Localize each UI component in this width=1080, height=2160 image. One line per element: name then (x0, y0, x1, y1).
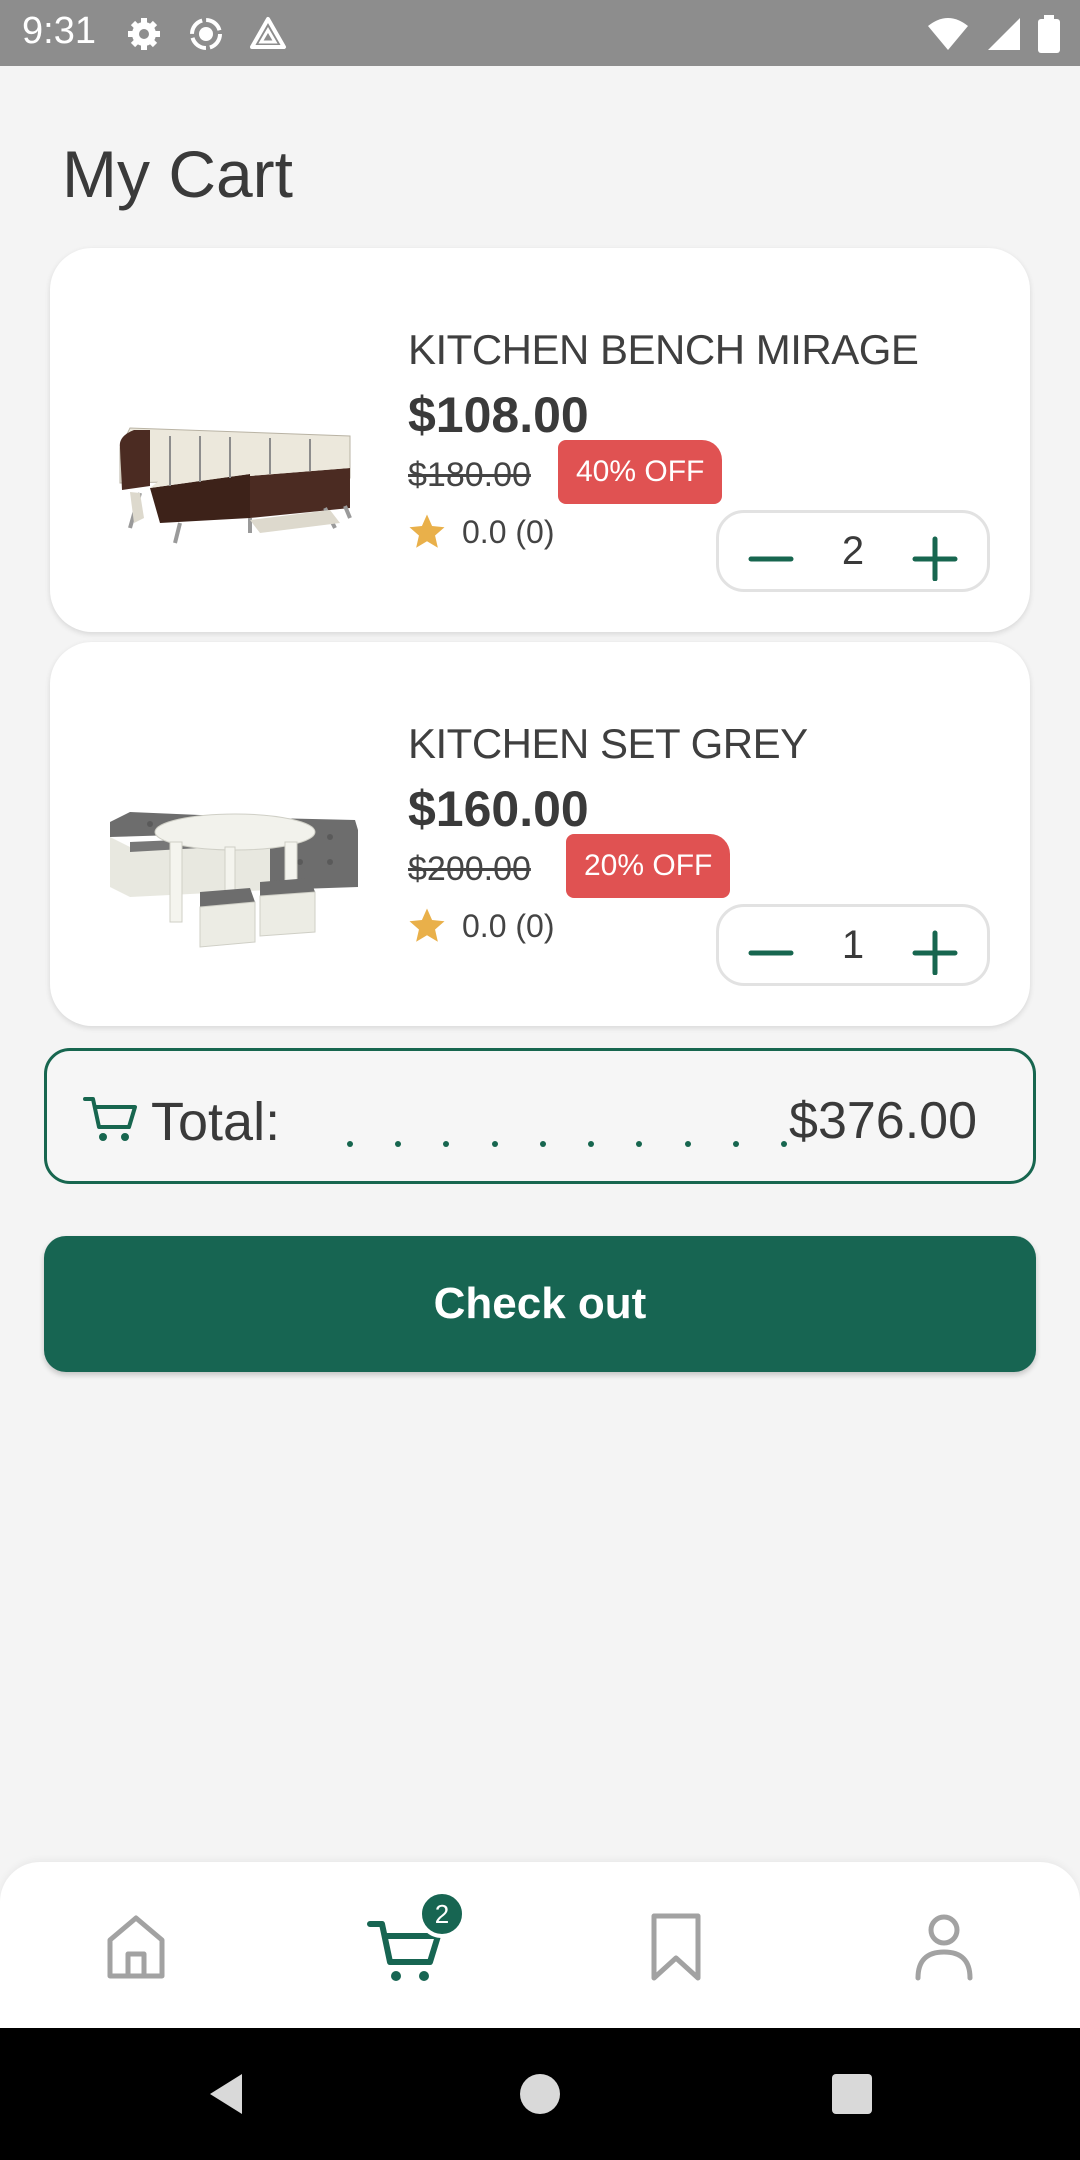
rating-text: 0.0 (0) (462, 907, 555, 944)
item-name: KITCHEN SET GREY (408, 720, 808, 767)
cart-badge: 2 (418, 1890, 466, 1938)
item-rating: 0.0 (0) (406, 510, 554, 554)
quantity-stepper[interactable]: 2 (716, 510, 990, 592)
signal-icon (988, 18, 1020, 50)
dotted-leader (347, 1107, 787, 1147)
cart-item[interactable]: KITCHEN BENCH MIRAGE $108.00 $180.00 40%… (50, 248, 1030, 632)
checkout-button[interactable]: Check out (44, 1236, 1036, 1372)
star-icon (409, 514, 445, 548)
status-bar: 9:31 (0, 0, 1080, 66)
item-price: $160.00 (408, 781, 589, 837)
total-summary: Total: $376.00 (44, 1048, 1036, 1184)
cart-icon (83, 1097, 137, 1141)
discount-badge: 20% OFF (566, 834, 731, 898)
plus-icon[interactable] (905, 915, 965, 975)
item-name: KITCHEN BENCH MIRAGE (408, 326, 919, 373)
gear-icon (128, 18, 160, 50)
plus-icon[interactable] (905, 521, 965, 581)
wifi-icon (928, 18, 968, 50)
page-title: My Cart (62, 137, 293, 211)
star-icon (409, 908, 445, 942)
cart-item[interactable]: KITCHEN SET GREY $160.00 $200.00 20% OFF… (50, 642, 1030, 1026)
rating-text: 0.0 (0) (462, 513, 555, 550)
home-circle-icon[interactable] (512, 2066, 568, 2122)
item-price: $108.00 (408, 387, 589, 443)
item-rating: 0.0 (0) (406, 904, 554, 948)
system-nav-bar (0, 2028, 1080, 2160)
kitchen-set-image (110, 812, 358, 948)
quantity-stepper[interactable]: 1 (716, 904, 990, 986)
bookmark-icon[interactable] (636, 1906, 716, 1986)
recents-icon[interactable] (824, 2066, 880, 2122)
corner-bench-image (119, 427, 352, 544)
item-old-price: $200.00 (408, 850, 531, 888)
back-icon[interactable] (198, 2066, 254, 2122)
discount-badge: 40% OFF (558, 440, 723, 504)
total-label: Total: (151, 1092, 281, 1152)
bottom-nav: 2 (0, 1862, 1080, 2028)
status-right-icons (926, 14, 1060, 54)
status-time: 9:31 (22, 10, 96, 52)
home-icon[interactable] (96, 1906, 176, 1986)
total-amount: $376.00 (789, 1092, 977, 1150)
circle-target-icon (190, 18, 222, 50)
profile-icon[interactable] (904, 1906, 984, 1986)
item-old-price: $180.00 (408, 456, 531, 494)
drive-triangle-icon (250, 17, 286, 49)
battery-icon (1038, 15, 1060, 53)
